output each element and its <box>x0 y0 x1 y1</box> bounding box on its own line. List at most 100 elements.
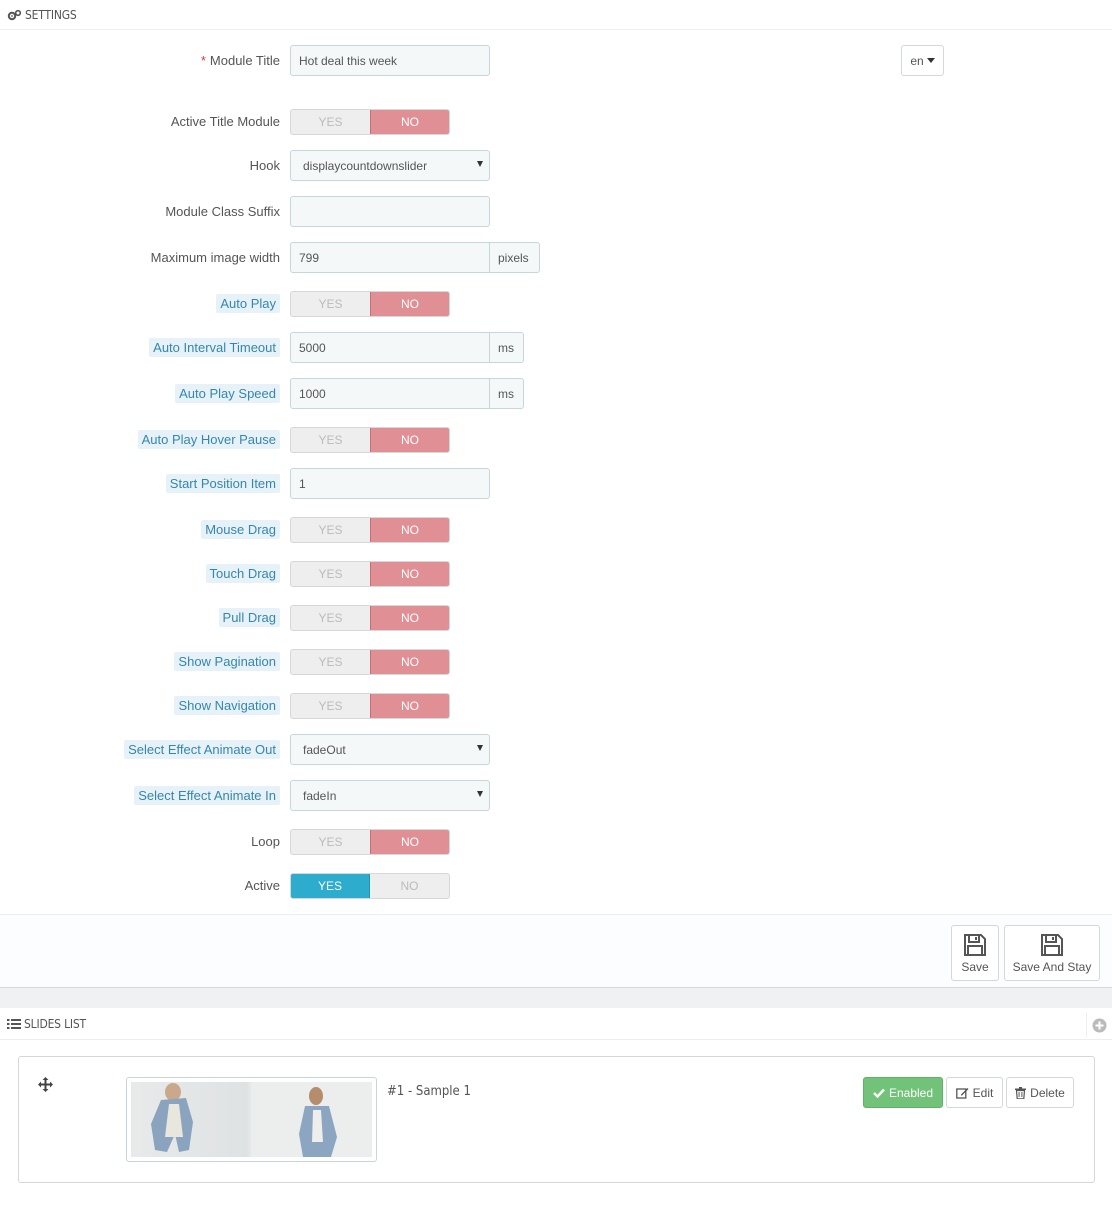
switch-yes[interactable]: YES <box>291 562 370 586</box>
auto-play-label[interactable]: Auto Play <box>216 294 280 313</box>
module-title-label: * Module Title <box>201 53 280 68</box>
switch-no[interactable]: NO <box>370 874 449 898</box>
module-class-suffix-label: Module Class Suffix <box>165 204 280 219</box>
language-code: en <box>910 53 924 68</box>
switch-yes[interactable]: YES <box>291 110 370 134</box>
auto-play-speed-label[interactable]: Auto Play Speed <box>175 384 280 403</box>
max-image-width-label: Maximum image width <box>150 250 280 265</box>
save-and-stay-label: Save And Stay <box>1012 960 1092 974</box>
caret-down-icon <box>926 58 935 63</box>
floppy-disk-icon <box>964 934 986 956</box>
panel-separator <box>0 988 1112 1008</box>
switch-no[interactable]: NO <box>370 110 449 134</box>
active-label: Active <box>244 878 280 893</box>
effect-animate-in-value: fadeIn <box>303 788 337 803</box>
hook-select[interactable]: displaycountdownslider <box>290 150 490 181</box>
switch-yes[interactable]: YES <box>291 830 370 854</box>
show-pagination-label[interactable]: Show Pagination <box>174 652 280 671</box>
ms-addon: ms <box>490 378 524 409</box>
edit-button[interactable]: Edit <box>946 1077 1003 1108</box>
gears-icon <box>7 9 22 21</box>
slides-list-title: SLIDES LIST <box>24 1016 86 1031</box>
plus-circle-icon <box>1092 1018 1107 1032</box>
touch-drag-label[interactable]: Touch Drag <box>205 564 280 583</box>
show-pagination-switch[interactable]: YES NO <box>290 649 450 675</box>
floppy-disk-icon <box>1041 934 1063 956</box>
switch-yes[interactable]: YES <box>291 292 370 316</box>
switch-yes[interactable]: YES <box>291 650 370 674</box>
switch-no[interactable]: NO <box>370 830 449 854</box>
auto-interval-timeout-input[interactable]: 5000 <box>290 332 490 363</box>
slide-title: #1 - Sample 1 <box>387 1084 471 1099</box>
enabled-label: Enabled <box>888 1085 934 1100</box>
pixels-addon: pixels <box>490 242 540 273</box>
switch-yes[interactable]: YES <box>291 518 370 542</box>
caret-down-icon <box>477 791 483 797</box>
auto-play-hover-pause-label[interactable]: Auto Play Hover Pause <box>137 430 280 449</box>
required-marker: * <box>200 53 206 68</box>
switch-no[interactable]: NO <box>370 606 449 630</box>
add-slide-button[interactable] <box>1086 1013 1112 1037</box>
trash-icon <box>1015 1086 1027 1099</box>
effect-animate-out-value: fadeOut <box>303 742 346 757</box>
switch-no[interactable]: NO <box>370 562 449 586</box>
auto-interval-timeout-label[interactable]: Auto Interval Timeout <box>149 338 280 357</box>
auto-play-switch[interactable]: YES NO <box>290 291 450 317</box>
switch-no[interactable]: NO <box>370 694 449 718</box>
switch-yes[interactable]: YES <box>291 428 370 452</box>
save-and-stay-button[interactable]: Save And Stay <box>1004 925 1100 981</box>
switch-no[interactable]: NO <box>370 428 449 452</box>
switch-no[interactable]: NO <box>370 650 449 674</box>
slides-list-header: SLIDES LIST <box>0 1008 1112 1040</box>
auto-play-speed-input[interactable]: 1000 <box>290 378 490 409</box>
module-title-input[interactable]: Hot deal this week <box>290 45 490 76</box>
active-title-module-label: Active Title Module <box>170 114 280 129</box>
switch-yes[interactable]: YES <box>291 606 370 630</box>
pull-drag-label[interactable]: Pull Drag <box>218 608 280 627</box>
loop-label: Loop <box>251 834 280 849</box>
switch-yes[interactable]: YES <box>291 874 370 898</box>
pull-drag-switch[interactable]: YES NO <box>290 605 450 631</box>
delete-label: Delete <box>1030 1085 1065 1100</box>
active-switch[interactable]: YES NO <box>290 873 450 899</box>
move-arrows-icon[interactable] <box>38 1077 53 1095</box>
module-title-label-text: Module Title <box>209 53 280 68</box>
effect-animate-in-select[interactable]: fadeIn <box>290 780 490 811</box>
ms-addon: ms <box>490 332 524 363</box>
hook-label: Hook <box>249 158 280 173</box>
language-dropdown[interactable]: en <box>901 45 944 76</box>
hook-value: displaycountdownslider <box>303 158 428 173</box>
loop-switch[interactable]: YES NO <box>290 829 450 855</box>
switch-yes[interactable]: YES <box>291 694 370 718</box>
panel-footer <box>0 914 1112 988</box>
save-button[interactable]: Save <box>951 925 999 981</box>
edit-label: Edit <box>972 1085 994 1100</box>
list-icon <box>7 1018 21 1030</box>
mouse-drag-label[interactable]: Mouse Drag <box>201 520 280 539</box>
touch-drag-switch[interactable]: YES NO <box>290 561 450 587</box>
effect-animate-out-select[interactable]: fadeOut <box>290 734 490 765</box>
settings-panel-header: SETTINGS <box>0 0 1112 30</box>
delete-button[interactable]: Delete <box>1006 1077 1074 1108</box>
effect-animate-out-label[interactable]: Select Effect Animate Out <box>124 740 280 759</box>
settings-title: SETTINGS <box>25 7 77 22</box>
edit-icon <box>955 1087 969 1099</box>
caret-down-icon <box>477 745 483 751</box>
slide-thumbnail <box>126 1077 377 1162</box>
max-image-width-input[interactable]: 799 <box>290 242 490 273</box>
switch-no[interactable]: NO <box>370 518 449 542</box>
caret-down-icon <box>477 161 483 167</box>
check-icon <box>873 1088 885 1098</box>
switch-no[interactable]: NO <box>370 292 449 316</box>
start-position-item-input[interactable]: 1 <box>290 468 490 499</box>
enabled-status-button[interactable]: Enabled <box>863 1077 943 1108</box>
mouse-drag-switch[interactable]: YES NO <box>290 517 450 543</box>
show-navigation-switch[interactable]: YES NO <box>290 693 450 719</box>
effect-animate-in-label[interactable]: Select Effect Animate In <box>134 786 280 805</box>
start-position-item-label[interactable]: Start Position Item <box>165 474 280 493</box>
auto-play-hover-pause-switch[interactable]: YES NO <box>290 427 450 453</box>
active-title-module-switch[interactable]: YES NO <box>290 109 450 135</box>
show-navigation-label[interactable]: Show Navigation <box>174 696 280 715</box>
module-class-suffix-input[interactable] <box>290 196 490 227</box>
save-label: Save <box>961 960 989 974</box>
